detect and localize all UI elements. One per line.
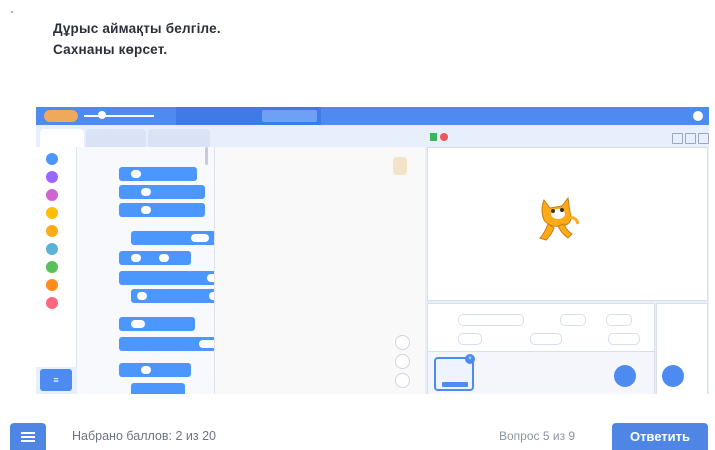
sprite-watermark-icon [393, 157, 407, 175]
block-palette[interactable] [77, 147, 249, 394]
stage-toolbar[interactable] [424, 129, 709, 147]
motion-block[interactable] [131, 231, 217, 245]
size-input[interactable] [530, 333, 562, 345]
sprite-name-input[interactable] [458, 314, 524, 326]
motion-block[interactable] [119, 185, 205, 199]
green-flag-icon[interactable] [430, 133, 437, 141]
project-title-field[interactable] [262, 110, 317, 122]
category-variables[interactable] [46, 279, 58, 291]
motion-block[interactable] [131, 383, 185, 394]
motion-block[interactable] [119, 167, 197, 181]
scratch-menubar[interactable] [36, 107, 709, 125]
add-backdrop-button[interactable] [662, 365, 684, 387]
scratch-editor-screenshot[interactable]: ≡ × [36, 107, 709, 394]
question-line-2: Сахнаны көрсет. [53, 42, 168, 57]
x-input[interactable] [560, 314, 586, 326]
category-motion[interactable] [46, 153, 58, 165]
answer-button[interactable]: Ответить [612, 423, 708, 450]
sprite-thumbnail-label [442, 382, 468, 387]
small-stage-icon[interactable] [672, 133, 683, 144]
tab-code[interactable] [40, 129, 84, 147]
menu-list-icon [21, 432, 35, 434]
category-sound[interactable] [46, 189, 58, 201]
delete-sprite-icon[interactable]: × [465, 354, 475, 364]
add-sprite-button[interactable] [614, 365, 636, 387]
question-counter: Вопрос 5 из 9 [499, 429, 576, 443]
palette-scrollbar[interactable] [205, 147, 208, 165]
zoom-reset-icon[interactable] [395, 373, 410, 388]
fullscreen-icon[interactable] [698, 133, 709, 144]
category-control[interactable] [46, 225, 58, 237]
y-input[interactable] [606, 314, 632, 326]
category-looks[interactable] [46, 171, 58, 183]
category-sensing[interactable] [46, 243, 58, 255]
help-icon[interactable] [693, 111, 703, 121]
score-text: Набрано баллов: 2 из 20 [72, 429, 216, 443]
script-area[interactable] [214, 147, 425, 394]
motion-block[interactable] [119, 363, 191, 377]
question-line-1: Дұрыс аймақты белгіле. [53, 21, 221, 36]
stop-icon[interactable] [440, 133, 448, 141]
motion-block[interactable] [119, 203, 205, 217]
tab-sounds[interactable] [148, 129, 210, 147]
decorative-dot [11, 11, 13, 13]
normal-stage-icon[interactable] [685, 133, 696, 144]
question-text: Дұрыс аймақты белгіле. Сахнаны көрсет. [53, 18, 221, 60]
cat-sprite-icon[interactable] [534, 194, 580, 242]
extensions-button[interactable]: ≡ [40, 369, 72, 391]
sprite-info-panel[interactable] [427, 303, 655, 353]
tab-costumes[interactable] [86, 129, 146, 147]
show-toggle[interactable] [458, 333, 482, 345]
block-categories[interactable] [36, 147, 77, 367]
zoom-out-icon[interactable] [395, 354, 410, 369]
zoom-in-icon[interactable] [395, 335, 410, 350]
motion-block[interactable] [119, 317, 195, 331]
motion-block[interactable] [119, 251, 191, 265]
questions-list-button[interactable] [10, 423, 46, 450]
stage[interactable] [427, 147, 708, 301]
editor-tabs[interactable] [36, 129, 216, 147]
direction-input[interactable] [608, 333, 640, 345]
menubar-line [84, 115, 154, 117]
scratch-logo [44, 110, 78, 122]
category-operators[interactable] [46, 261, 58, 273]
category-events[interactable] [46, 207, 58, 219]
category-my-blocks[interactable] [46, 297, 58, 309]
globe-icon [98, 111, 106, 119]
sprite-thumbnail[interactable]: × [434, 354, 475, 391]
